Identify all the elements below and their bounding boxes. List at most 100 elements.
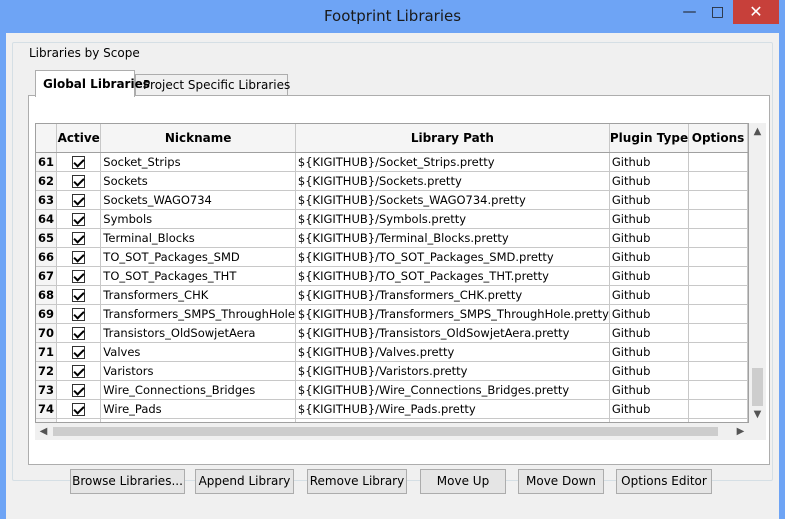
row-number[interactable]: 70	[36, 323, 58, 343]
plugin-type-cell[interactable]: Github	[609, 285, 690, 305]
table-row[interactable]: 72 Varistors ${KIGITHUB}/Varistors.pretty G…	[36, 361, 748, 381]
plugin-type-cell[interactable]: Github	[609, 171, 690, 191]
tab-global-libraries[interactable]: Global Libraries	[35, 70, 150, 97]
table-row[interactable]: 69 Transformers_SMPS_ThroughHole ${KIGITHU…	[36, 304, 748, 324]
nickname-cell[interactable]: Terminal_Blocks	[100, 228, 296, 248]
table-row[interactable]: 74 Wire_Pads ${KIGITHUB}/Wire_Pads.pretty G…	[36, 399, 748, 419]
tab-project-specific-libraries[interactable]: Project Specific Libraries	[135, 74, 290, 96]
plugin-type-cell[interactable]: Github	[609, 152, 690, 172]
active-checkbox[interactable]	[72, 269, 86, 283]
library-path-cell[interactable]: ${KIGITHUB}/Wire_Pads.pretty	[295, 399, 610, 419]
row-number[interactable]: 71	[36, 342, 58, 362]
table-row[interactable]: 61 Socket_Strips ${KIGITHUB}/Socket_Strips…	[36, 152, 748, 172]
row-number[interactable]: 72	[36, 361, 58, 381]
nickname-cell[interactable]: Transformers_CHK	[100, 285, 296, 305]
library-path-cell[interactable]: ${KIGITHUB}/Sockets_WAGO734.pretty	[295, 190, 610, 210]
row-number[interactable]: 65	[36, 228, 58, 248]
active-cell[interactable]	[56, 190, 102, 210]
nickname-cell[interactable]: Sockets	[100, 171, 296, 191]
column-header-options[interactable]: Options	[688, 124, 748, 153]
active-cell[interactable]	[56, 399, 102, 419]
plugin-type-cell[interactable]: Github	[609, 228, 690, 248]
remove-library-button[interactable]: Remove Library	[307, 469, 407, 494]
library-path-cell[interactable]: ${KIGITHUB}/Transistors_OldSowjetAera.pr…	[295, 323, 610, 343]
row-number[interactable]: 61	[36, 152, 58, 172]
active-cell[interactable]	[56, 247, 102, 267]
plugin-type-cell[interactable]: Github	[609, 323, 690, 343]
active-cell[interactable]	[56, 361, 102, 381]
row-number[interactable]: 74	[36, 399, 58, 419]
vertical-scroll-thumb[interactable]	[752, 368, 763, 406]
row-number[interactable]: 69	[36, 304, 58, 324]
nickname-cell[interactable]: Valves	[100, 342, 296, 362]
library-table-grid[interactable]: Active Nickname Library Path Plugin Type…	[35, 123, 749, 423]
plugin-type-cell[interactable]: Github	[609, 380, 690, 400]
close-button[interactable]: ✕	[733, 0, 779, 24]
nickname-cell[interactable]: TO_SOT_Packages_SMD	[100, 247, 296, 267]
table-row[interactable]: 70 Transistors_OldSowjetAera ${KIGITHUB}/T…	[36, 323, 748, 343]
horizontal-scroll-thumb[interactable]	[53, 427, 718, 436]
active-checkbox[interactable]	[72, 212, 86, 226]
active-checkbox[interactable]	[72, 402, 86, 416]
library-path-cell[interactable]: ${KIGITHUB}/Terminal_Blocks.pretty	[295, 228, 610, 248]
options-cell[interactable]	[688, 171, 748, 191]
options-cell[interactable]	[688, 380, 748, 400]
active-checkbox[interactable]	[72, 345, 86, 359]
active-checkbox[interactable]	[72, 250, 86, 264]
active-checkbox[interactable]	[72, 155, 86, 169]
options-cell[interactable]	[688, 209, 748, 229]
plugin-type-cell[interactable]: Github	[609, 190, 690, 210]
table-row[interactable]: 71 Valves ${KIGITHUB}/Valves.pretty Github	[36, 342, 748, 362]
active-checkbox[interactable]	[72, 364, 86, 378]
active-cell[interactable]	[56, 342, 102, 362]
options-cell[interactable]	[688, 304, 748, 324]
scroll-right-arrow-icon[interactable]: ▶	[732, 423, 749, 440]
options-cell[interactable]	[688, 266, 748, 286]
active-cell[interactable]	[56, 228, 102, 248]
nickname-cell[interactable]: Wire_Pads	[100, 399, 296, 419]
plugin-type-cell[interactable]: Github	[609, 247, 690, 267]
plugin-type-cell[interactable]: Github	[609, 266, 690, 286]
row-number[interactable]: 73	[36, 380, 58, 400]
plugin-type-cell[interactable]: Github	[609, 399, 690, 419]
active-cell[interactable]	[56, 285, 102, 305]
library-path-cell[interactable]: ${KIGITHUB}/Symbols.pretty	[295, 209, 610, 229]
nickname-cell[interactable]: Socket_Strips	[100, 152, 296, 172]
options-cell[interactable]	[688, 152, 748, 172]
scroll-up-arrow-icon[interactable]: ▲	[749, 123, 766, 140]
active-cell[interactable]	[56, 304, 102, 324]
scroll-left-arrow-icon[interactable]: ◀	[35, 423, 52, 440]
vertical-scrollbar[interactable]: ▲ ▼	[749, 123, 766, 423]
column-header-nickname[interactable]: Nickname	[100, 124, 296, 153]
active-cell[interactable]	[56, 171, 102, 191]
active-cell[interactable]	[56, 323, 102, 343]
table-row[interactable]: 64 Symbols ${KIGITHUB}/Symbols.pretty Githu…	[36, 209, 748, 229]
active-cell[interactable]	[56, 266, 102, 286]
library-path-cell[interactable]: ${KIGITHUB}/Socket_Strips.pretty	[295, 152, 610, 172]
nickname-cell[interactable]: Sockets_WAGO734	[100, 190, 296, 210]
move-up-button[interactable]: Move Up	[420, 469, 506, 494]
options-editor-button[interactable]: Options Editor	[616, 469, 712, 494]
nickname-cell[interactable]: Varistors	[100, 361, 296, 381]
row-number[interactable]: 67	[36, 266, 58, 286]
move-down-button[interactable]: Move Down	[518, 469, 604, 494]
active-checkbox[interactable]	[72, 307, 86, 321]
append-library-button[interactable]: Append Library	[195, 469, 294, 494]
column-header-library-path[interactable]: Library Path	[295, 124, 610, 153]
active-cell[interactable]	[56, 380, 102, 400]
library-path-cell[interactable]: ${KIGITHUB}/Transformers_SMPS_ThroughHol…	[295, 304, 610, 324]
nickname-cell[interactable]: Transformers_SMPS_ThroughHole	[100, 304, 296, 324]
maximize-button[interactable]: □	[704, 0, 731, 24]
row-number[interactable]: 68	[36, 285, 58, 305]
options-cell[interactable]	[688, 228, 748, 248]
options-cell[interactable]	[688, 399, 748, 419]
table-row[interactable]: 63 Sockets_WAGO734 ${KIGITHUB}/Sockets_WAG…	[36, 190, 748, 210]
plugin-type-cell[interactable]: Github	[609, 342, 690, 362]
options-cell[interactable]	[688, 285, 748, 305]
active-checkbox[interactable]	[72, 174, 86, 188]
column-header-active[interactable]: Active	[56, 124, 102, 153]
active-checkbox[interactable]	[72, 326, 86, 340]
nickname-cell[interactable]: Wire_Connections_Bridges	[100, 380, 296, 400]
nickname-cell[interactable]: Transistors_OldSowjetAera	[100, 323, 296, 343]
nickname-cell[interactable]: Symbols	[100, 209, 296, 229]
